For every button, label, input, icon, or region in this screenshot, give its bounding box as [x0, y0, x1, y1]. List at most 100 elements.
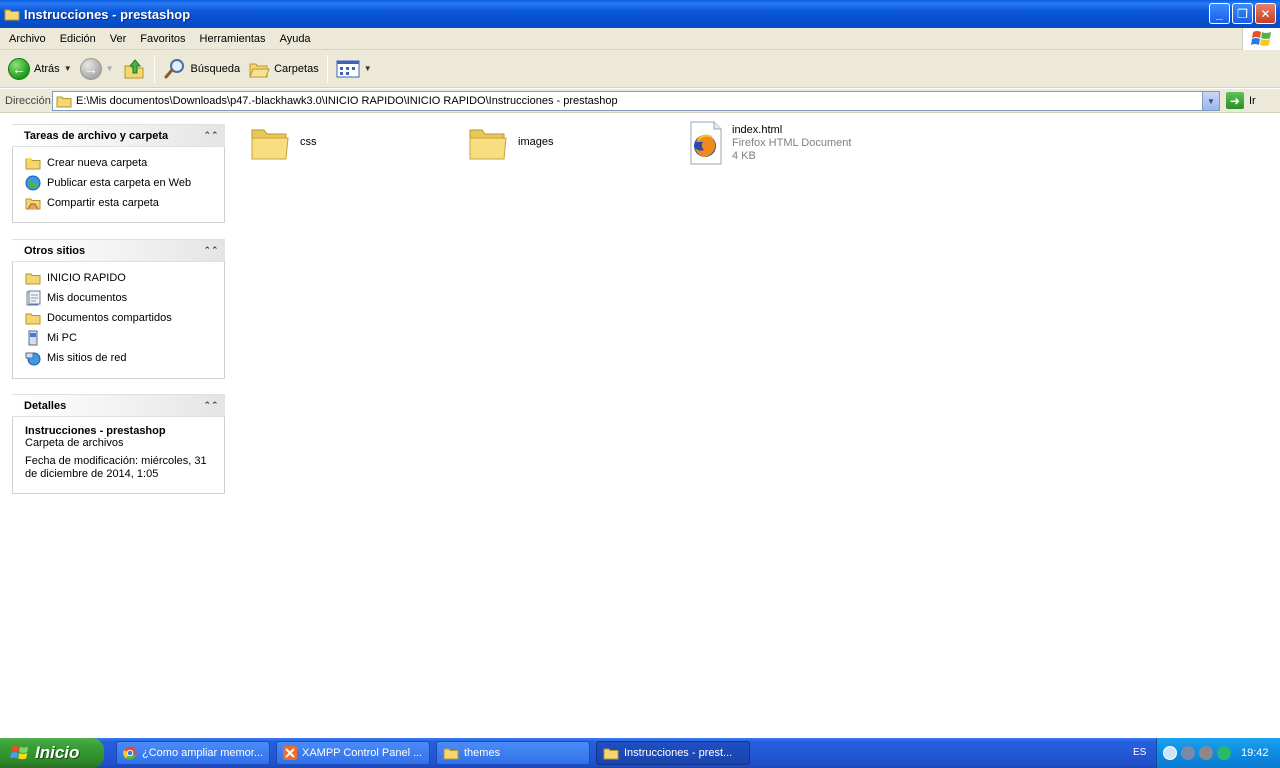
folder-icon [469, 129, 507, 160]
place-mis-documentos[interactable]: Mis documentos [25, 288, 214, 308]
place-inicio-rapido[interactable]: INICIO RAPIDO [25, 268, 214, 288]
details-type: Carpeta de archivos [25, 437, 124, 449]
place-label: INICIO RAPIDO [47, 272, 126, 284]
menu-herramientas[interactable]: Herramientas [193, 33, 273, 45]
folders-label: Carpetas [274, 62, 319, 75]
file-list[interactable]: css images index.html Firefox HTML Docum… [236, 114, 1280, 738]
views-dropdown-icon[interactable]: ▼ [364, 64, 372, 73]
chrome-icon [123, 746, 137, 760]
up-folder-button[interactable] [118, 52, 150, 86]
go-label: Ir [1249, 94, 1256, 107]
folder-icon [603, 748, 619, 760]
network-icon [25, 350, 41, 366]
new-folder-icon [25, 155, 41, 171]
globe-icon [25, 175, 41, 191]
place-label: Mis sitios de red [47, 352, 127, 364]
address-label: Dirección [5, 94, 51, 107]
file-item-index-html[interactable]: index.html Firefox HTML Document 4 KB [688, 120, 851, 166]
menu-edicion[interactable]: Edición [53, 33, 103, 45]
taskbar-button-label: ¿Como ampliar memor... [142, 747, 264, 759]
tray-expand-icon[interactable] [1163, 746, 1177, 760]
folder-icon [56, 96, 72, 108]
task-label: Compartir esta carpeta [47, 197, 159, 209]
search-icon [164, 58, 184, 78]
menu-ayuda[interactable]: Ayuda [273, 33, 318, 45]
search-button[interactable]: Búsqueda [159, 52, 245, 86]
task-label: Publicar esta carpeta en Web [47, 177, 192, 189]
start-button[interactable]: Inicio [0, 738, 104, 768]
details-panel: Detalles ⌃⌃ Instrucciones - prestashop C… [12, 394, 225, 494]
network-tray-icon[interactable] [1181, 746, 1195, 760]
go-button[interactable]: ➜ Ir [1226, 92, 1256, 109]
taskbar-button-chrome[interactable]: ¿Como ampliar memor... [116, 741, 270, 765]
file-type: Firefox HTML Document [732, 136, 852, 149]
menu-favoritos[interactable]: Favoritos [133, 33, 192, 45]
task-new-folder[interactable]: Crear nueva carpeta [25, 153, 214, 173]
search-label: Búsqueda [190, 62, 241, 75]
back-dropdown-icon[interactable]: ▼ [64, 64, 72, 73]
folder-icon [25, 270, 41, 286]
address-dropdown-icon[interactable]: ▼ [1202, 92, 1219, 110]
task-label: Crear nueva carpeta [47, 157, 148, 169]
back-arrow-icon: ← [8, 57, 30, 80]
file-name: images [518, 136, 554, 148]
tasks-panel: Tareas de archivo y carpeta ⌃⌃ Crear nue… [12, 124, 225, 223]
place-documentos-compartidos[interactable]: Documentos compartidos [25, 308, 214, 328]
go-arrow-icon: ➜ [1226, 92, 1244, 109]
details-panel-header[interactable]: Detalles ⌃⌃ [12, 394, 225, 417]
details-modified-1: Fecha de modificación: miércoles, 31 [25, 455, 207, 467]
folder-icon [4, 9, 20, 21]
file-item-images[interactable]: images [468, 122, 553, 162]
places-panel-header[interactable]: Otros sitios ⌃⌃ [12, 239, 225, 262]
shared-folder-icon [25, 310, 41, 326]
collapse-chevron-icon[interactable]: ⌃⌃ [203, 128, 219, 144]
forward-dropdown-icon[interactable]: ▼ [106, 64, 114, 73]
forward-arrow-icon: → [79, 57, 102, 80]
clock[interactable]: 19:42 [1241, 747, 1269, 759]
toolbar: ← Atrás ▼ → ▼ Búsqueda Carpetas ▼ [0, 50, 1280, 88]
taskbar-button-instrucciones[interactable]: Instrucciones - prest... [596, 741, 750, 765]
taskbar-button-label: XAMPP Control Panel ... [302, 747, 423, 759]
task-publish-web[interactable]: Publicar esta carpeta en Web [25, 173, 214, 193]
place-label: Documentos compartidos [47, 312, 172, 324]
views-icon [336, 60, 360, 77]
forward-button[interactable]: → ▼ [76, 52, 118, 86]
close-button[interactable]: ✕ [1255, 3, 1276, 24]
antivirus-tray-icon[interactable] [1217, 746, 1231, 760]
security-tray-icon[interactable] [1199, 746, 1213, 760]
system-tray: 19:42 [1156, 738, 1280, 768]
restore-button[interactable]: ❐ [1232, 3, 1253, 24]
address-path: E:\Mis documentos\Downloads\p47.-blackha… [76, 95, 618, 107]
firefox-document-icon [690, 121, 722, 165]
file-name: css [300, 136, 317, 148]
task-share-folder[interactable]: Compartir esta carpeta [25, 193, 214, 213]
file-size: 4 KB [732, 149, 756, 162]
back-button[interactable]: ← Atrás ▼ [0, 52, 76, 86]
tasks-panel-header[interactable]: Tareas de archivo y carpeta ⌃⌃ [12, 124, 225, 147]
views-button[interactable]: ▼ [332, 52, 376, 86]
collapse-chevron-icon[interactable]: ⌃⌃ [203, 243, 219, 259]
taskbar: Inicio ¿Como ampliar memor... XAMPP Cont… [0, 738, 1280, 768]
back-label: Atrás [34, 62, 60, 75]
folders-button[interactable]: Carpetas [244, 52, 323, 86]
menu-bar: Archivo Edición Ver Favoritos Herramient… [0, 28, 1280, 50]
place-mis-sitios-de-red[interactable]: Mis sitios de red [25, 348, 214, 368]
minimize-button[interactable]: _ [1209, 3, 1230, 24]
taskbar-button-themes[interactable]: themes [436, 741, 590, 765]
menu-archivo[interactable]: Archivo [0, 33, 53, 45]
menu-ver[interactable]: Ver [103, 33, 134, 45]
share-folder-icon [25, 195, 41, 211]
place-label: Mi PC [47, 332, 77, 344]
language-indicator[interactable]: ES [1133, 747, 1146, 758]
details-panel-title: Detalles [24, 399, 67, 412]
file-item-css[interactable]: css [250, 122, 317, 162]
computer-icon [25, 330, 41, 346]
collapse-chevron-icon[interactable]: ⌃⌃ [203, 398, 219, 414]
address-input[interactable]: E:\Mis documentos\Downloads\p47.-blackha… [52, 91, 1220, 111]
task-pane: Tareas de archivo y carpeta ⌃⌃ Crear nue… [0, 114, 236, 738]
place-label: Mis documentos [47, 292, 128, 304]
title-bar[interactable]: Instrucciones - prestashop _ ❐ ✕ [0, 0, 1280, 28]
details-modified-2: de diciembre de 2014, 1:05 [25, 468, 159, 480]
place-mi-pc[interactable]: Mi PC [25, 328, 214, 348]
taskbar-button-xampp[interactable]: XAMPP Control Panel ... [276, 741, 430, 765]
